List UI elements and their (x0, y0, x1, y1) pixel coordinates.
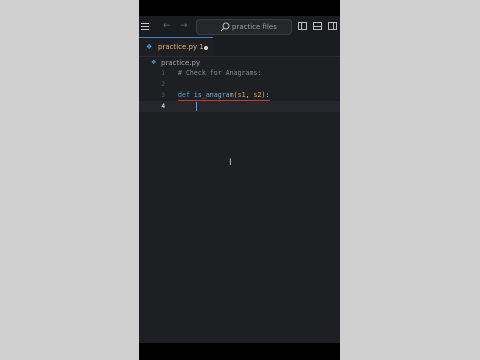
unsaved-dot-icon[interactable] (204, 46, 208, 50)
line-number: 3 (161, 92, 165, 99)
keyword-token: def (178, 91, 190, 99)
search-text: practice files (232, 23, 277, 31)
python-file-icon: ❖ (146, 43, 153, 51)
letterbox-bottom (139, 343, 340, 360)
ibeam-cursor-icon: I (229, 158, 232, 168)
letterbox-left (0, 0, 139, 360)
toggle-secondary-sidebar-icon[interactable] (328, 22, 337, 30)
title-bar: ← → practice files (139, 16, 340, 37)
hamburger-icon[interactable] (141, 23, 149, 30)
code-line-current: 4 (139, 101, 340, 112)
function-name-token: is_anagram (193, 91, 234, 99)
letterbox-top (139, 0, 340, 16)
letterbox-right (340, 0, 480, 360)
code-line: 3 def is_anagram(s1, s2): (139, 90, 340, 101)
arrow-left-icon[interactable]: ← (163, 21, 171, 31)
line-number: 4 (161, 103, 165, 110)
toggle-primary-sidebar-icon[interactable] (298, 22, 307, 30)
line-number: 1 (161, 70, 165, 77)
command-center-search[interactable]: practice files (196, 19, 292, 35)
colon-token: : (265, 91, 270, 99)
text-cursor (196, 102, 197, 111)
python-file-icon: ❖ (151, 59, 157, 66)
search-icon (220, 22, 230, 32)
breadcrumb-file[interactable]: practice.py (161, 58, 200, 68)
tab-bar: ❖ practice.py 1 (139, 37, 340, 57)
separator-token: , (245, 91, 254, 99)
code-line: 1 # Check for Anagrams: (139, 68, 340, 79)
tab-label: practice.py 1 (158, 43, 204, 51)
toggle-panel-icon[interactable] (313, 22, 322, 30)
code-text: # Check for Anagrams: (178, 69, 262, 77)
tab-practice-py[interactable]: ❖ practice.py 1 (139, 37, 213, 56)
param-token: s1 (237, 91, 246, 99)
code-editor[interactable]: 1 # Check for Anagrams: 2 3 def is_anagr… (139, 68, 340, 343)
code-line: 2 (139, 79, 340, 90)
arrow-right-icon[interactable]: → (180, 21, 188, 31)
editor-window: ← → practice files ❖ practice.py 1 ❖ pra… (139, 16, 340, 343)
line-number: 2 (161, 81, 165, 88)
